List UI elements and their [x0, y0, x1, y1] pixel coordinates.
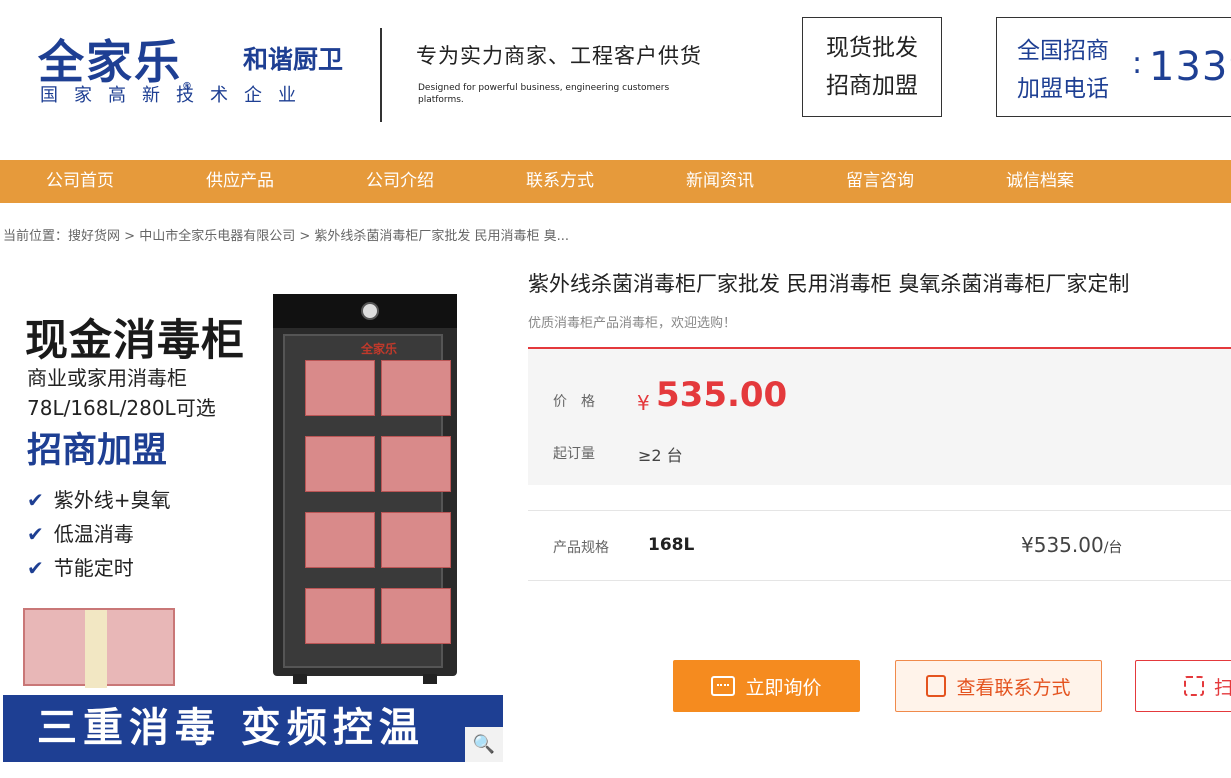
- moq-label: 起订量: [553, 446, 595, 462]
- hotline-box: 全国招商 加盟电话 : 1339: [996, 17, 1231, 117]
- chat-icon: [711, 676, 736, 696]
- view-contact-button-label: 查看联系方式: [956, 676, 1071, 699]
- image-heading2: 招商加盟: [27, 431, 168, 471]
- cabinet-illustration: 全家乐: [273, 294, 457, 684]
- inquire-button[interactable]: 立即询价: [673, 660, 860, 712]
- product-image[interactable]: 现金消毒柜 商业或家用消毒柜 78L/168L/280L可选 招商加盟 ✔ 紫外线…: [3, 262, 503, 762]
- contact-card-icon: [926, 675, 947, 697]
- breadcrumb-prefix: 当前位置：: [3, 229, 69, 244]
- nav-item-contact[interactable]: 联系方式: [480, 160, 640, 203]
- zoom-icon[interactable]: 🔍: [465, 727, 503, 762]
- price-value: 535.00: [656, 375, 788, 415]
- breadcrumb-separator: >: [120, 229, 140, 244]
- feature-text: 节能定时: [53, 556, 134, 580]
- main-nav: 公司首页 供应产品 公司介绍 联系方式 新闻资讯 留言咨询 诚信档案: [0, 160, 1231, 203]
- breadcrumb: 当前位置：搜好货网 > 中山市全家乐电器有限公司 > 紫外线杀菌消毒柜厂家批发 …: [3, 225, 569, 244]
- nav-item-about[interactable]: 公司介绍: [320, 160, 480, 203]
- nav-item-credit[interactable]: 诚信档案: [960, 160, 1120, 203]
- qr-code-icon: [1184, 676, 1204, 696]
- hotline-colon: :: [1132, 46, 1143, 81]
- moq-value: ≥2 台: [638, 446, 683, 465]
- scan-qr-button[interactable]: 扫: [1135, 660, 1231, 712]
- price-panel: 价 格 ¥ 535.00 起订量 ≥2 台: [528, 347, 1231, 485]
- check-icon: ✔: [27, 488, 44, 512]
- spec-price-value: ¥535.00: [1021, 533, 1104, 557]
- check-icon: ✔: [27, 556, 44, 580]
- breadcrumb-link-company[interactable]: 中山市全家乐电器有限公司: [139, 229, 295, 244]
- site-header: 全家乐® 和谐厨卫 国家高新技术企业 专为实力商家、工程客户供货 Designe…: [0, 0, 1231, 160]
- breadcrumb-current: 紫外线杀菌消毒柜厂家批发 民用消毒柜 臭...: [314, 229, 570, 244]
- wholesale-box-line1: 现货批发: [826, 35, 918, 61]
- nav-item-news[interactable]: 新闻资讯: [640, 160, 800, 203]
- breadcrumb-separator: >: [295, 229, 315, 244]
- nav-item-message[interactable]: 留言咨询: [800, 160, 960, 203]
- image-feature: ✔ 紫外线+臭氧: [27, 484, 171, 513]
- spec-value[interactable]: 168L: [648, 535, 694, 555]
- view-contact-button[interactable]: 查看联系方式: [895, 660, 1102, 712]
- logo-tagline: 国家高新技术企业: [40, 85, 312, 106]
- spec-price-unit: /台: [1103, 540, 1123, 556]
- hotline-phone: 1339: [1149, 44, 1231, 90]
- header-slogan-english: Designed for powerful business, engineer…: [418, 83, 670, 105]
- hotline-label-line2: 加盟电话: [1017, 76, 1109, 102]
- price-currency: ¥: [637, 391, 650, 415]
- image-banner: 三重消毒 变频控温: [3, 695, 503, 762]
- header-divider: [380, 28, 382, 122]
- image-line1: 商业或家用消毒柜: [27, 366, 187, 390]
- image-line2: 78L/168L/280L可选: [27, 396, 216, 420]
- logo-subtitle: 和谐厨卫: [243, 45, 344, 74]
- nav-item-home[interactable]: 公司首页: [0, 160, 160, 203]
- price-label: 价 格: [553, 394, 595, 410]
- nav-item-products[interactable]: 供应产品: [160, 160, 320, 203]
- wholesale-box-line2: 招商加盟: [826, 73, 918, 99]
- product-title: 紫外线杀菌消毒柜厂家批发 民用消毒柜 臭氧杀菌消毒柜厂家定制: [528, 272, 1130, 296]
- spec-row: 产品规格 168L ¥535.00/台: [528, 510, 1231, 581]
- spec-label: 产品规格: [553, 540, 609, 556]
- header-slogan: 专为实力商家、工程客户供货: [416, 44, 702, 68]
- cash-stack-illustration: [23, 608, 175, 688]
- check-icon: ✔: [27, 522, 44, 546]
- image-heading: 现金消毒柜: [25, 316, 245, 366]
- hotline-label-line1: 全国招商: [1017, 38, 1109, 64]
- knob-icon: [361, 302, 379, 320]
- product-subtitle: 优质消毒柜产品消毒柜，欢迎选购！: [528, 316, 737, 331]
- feature-text: 低温消毒: [53, 522, 134, 546]
- cabinet-brand: 全家乐: [361, 342, 398, 356]
- image-feature: ✔ 低温消毒: [27, 518, 134, 547]
- scan-qr-button-label: 扫: [1214, 676, 1231, 699]
- image-feature: ✔ 节能定时: [27, 552, 134, 581]
- wholesale-box: 现货批发 招商加盟: [802, 17, 942, 117]
- breadcrumb-link-site[interactable]: 搜好货网: [68, 229, 120, 244]
- spec-price: ¥535.00/台: [1021, 533, 1122, 557]
- inquire-button-label: 立即询价: [745, 676, 822, 699]
- feature-text: 紫外线+臭氧: [53, 488, 171, 512]
